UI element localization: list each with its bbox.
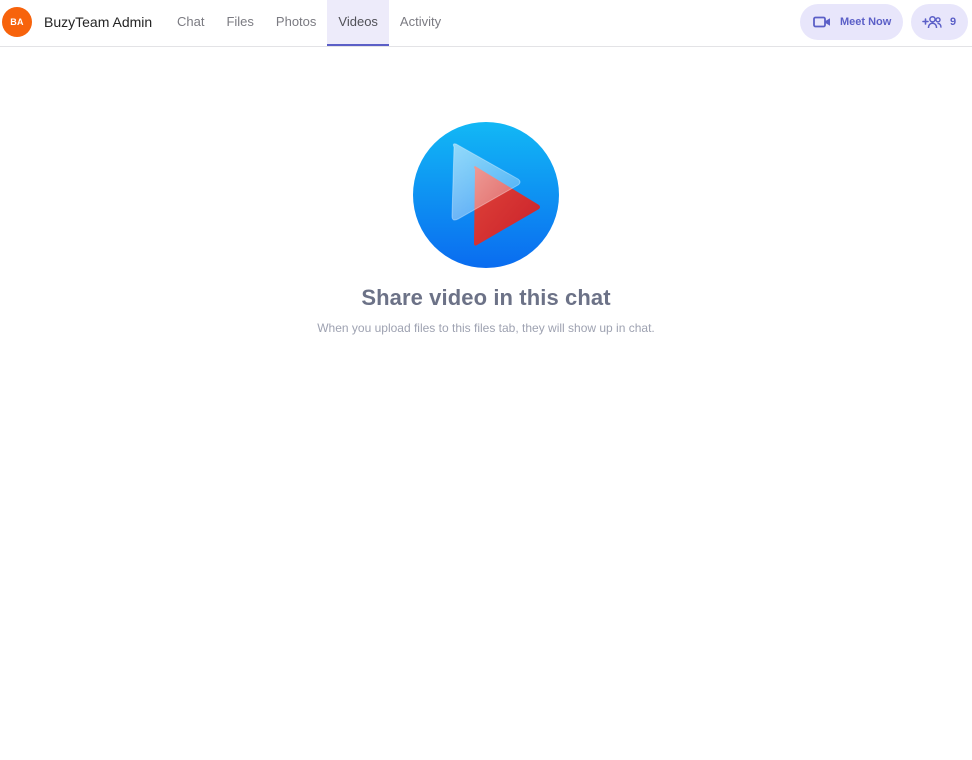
chat-title: BuzyTeam Admin [44,14,153,30]
tab-photos[interactable]: Photos [265,0,327,46]
header-actions: Meet Now 9 [800,4,968,40]
tab-bar: Chat Files Photos Videos Activity [166,0,452,46]
empty-state-title: Share video in this chat [361,285,611,310]
meet-now-button[interactable]: Meet Now [800,4,903,40]
tab-activity[interactable]: Activity [389,0,452,46]
video-camera-icon [813,16,830,28]
avatar-initials: BA [10,17,24,27]
participants-count: 9 [950,16,957,28]
chat-header: BA BuzyTeam Admin Chat Files Photos Vide… [0,0,972,47]
avatar[interactable]: BA [2,7,32,37]
tab-files[interactable]: Files [215,0,264,46]
tab-videos[interactable]: Videos [327,0,389,46]
meet-now-label: Meet Now [840,16,892,28]
add-people-icon [922,15,942,29]
empty-state-subtitle: When you upload files to this files tab,… [317,321,655,335]
tab-chat[interactable]: Chat [166,0,215,46]
video-play-icon [412,121,560,269]
empty-state: Share video in this chat When you upload… [0,47,972,335]
participants-button[interactable]: 9 [911,4,968,40]
